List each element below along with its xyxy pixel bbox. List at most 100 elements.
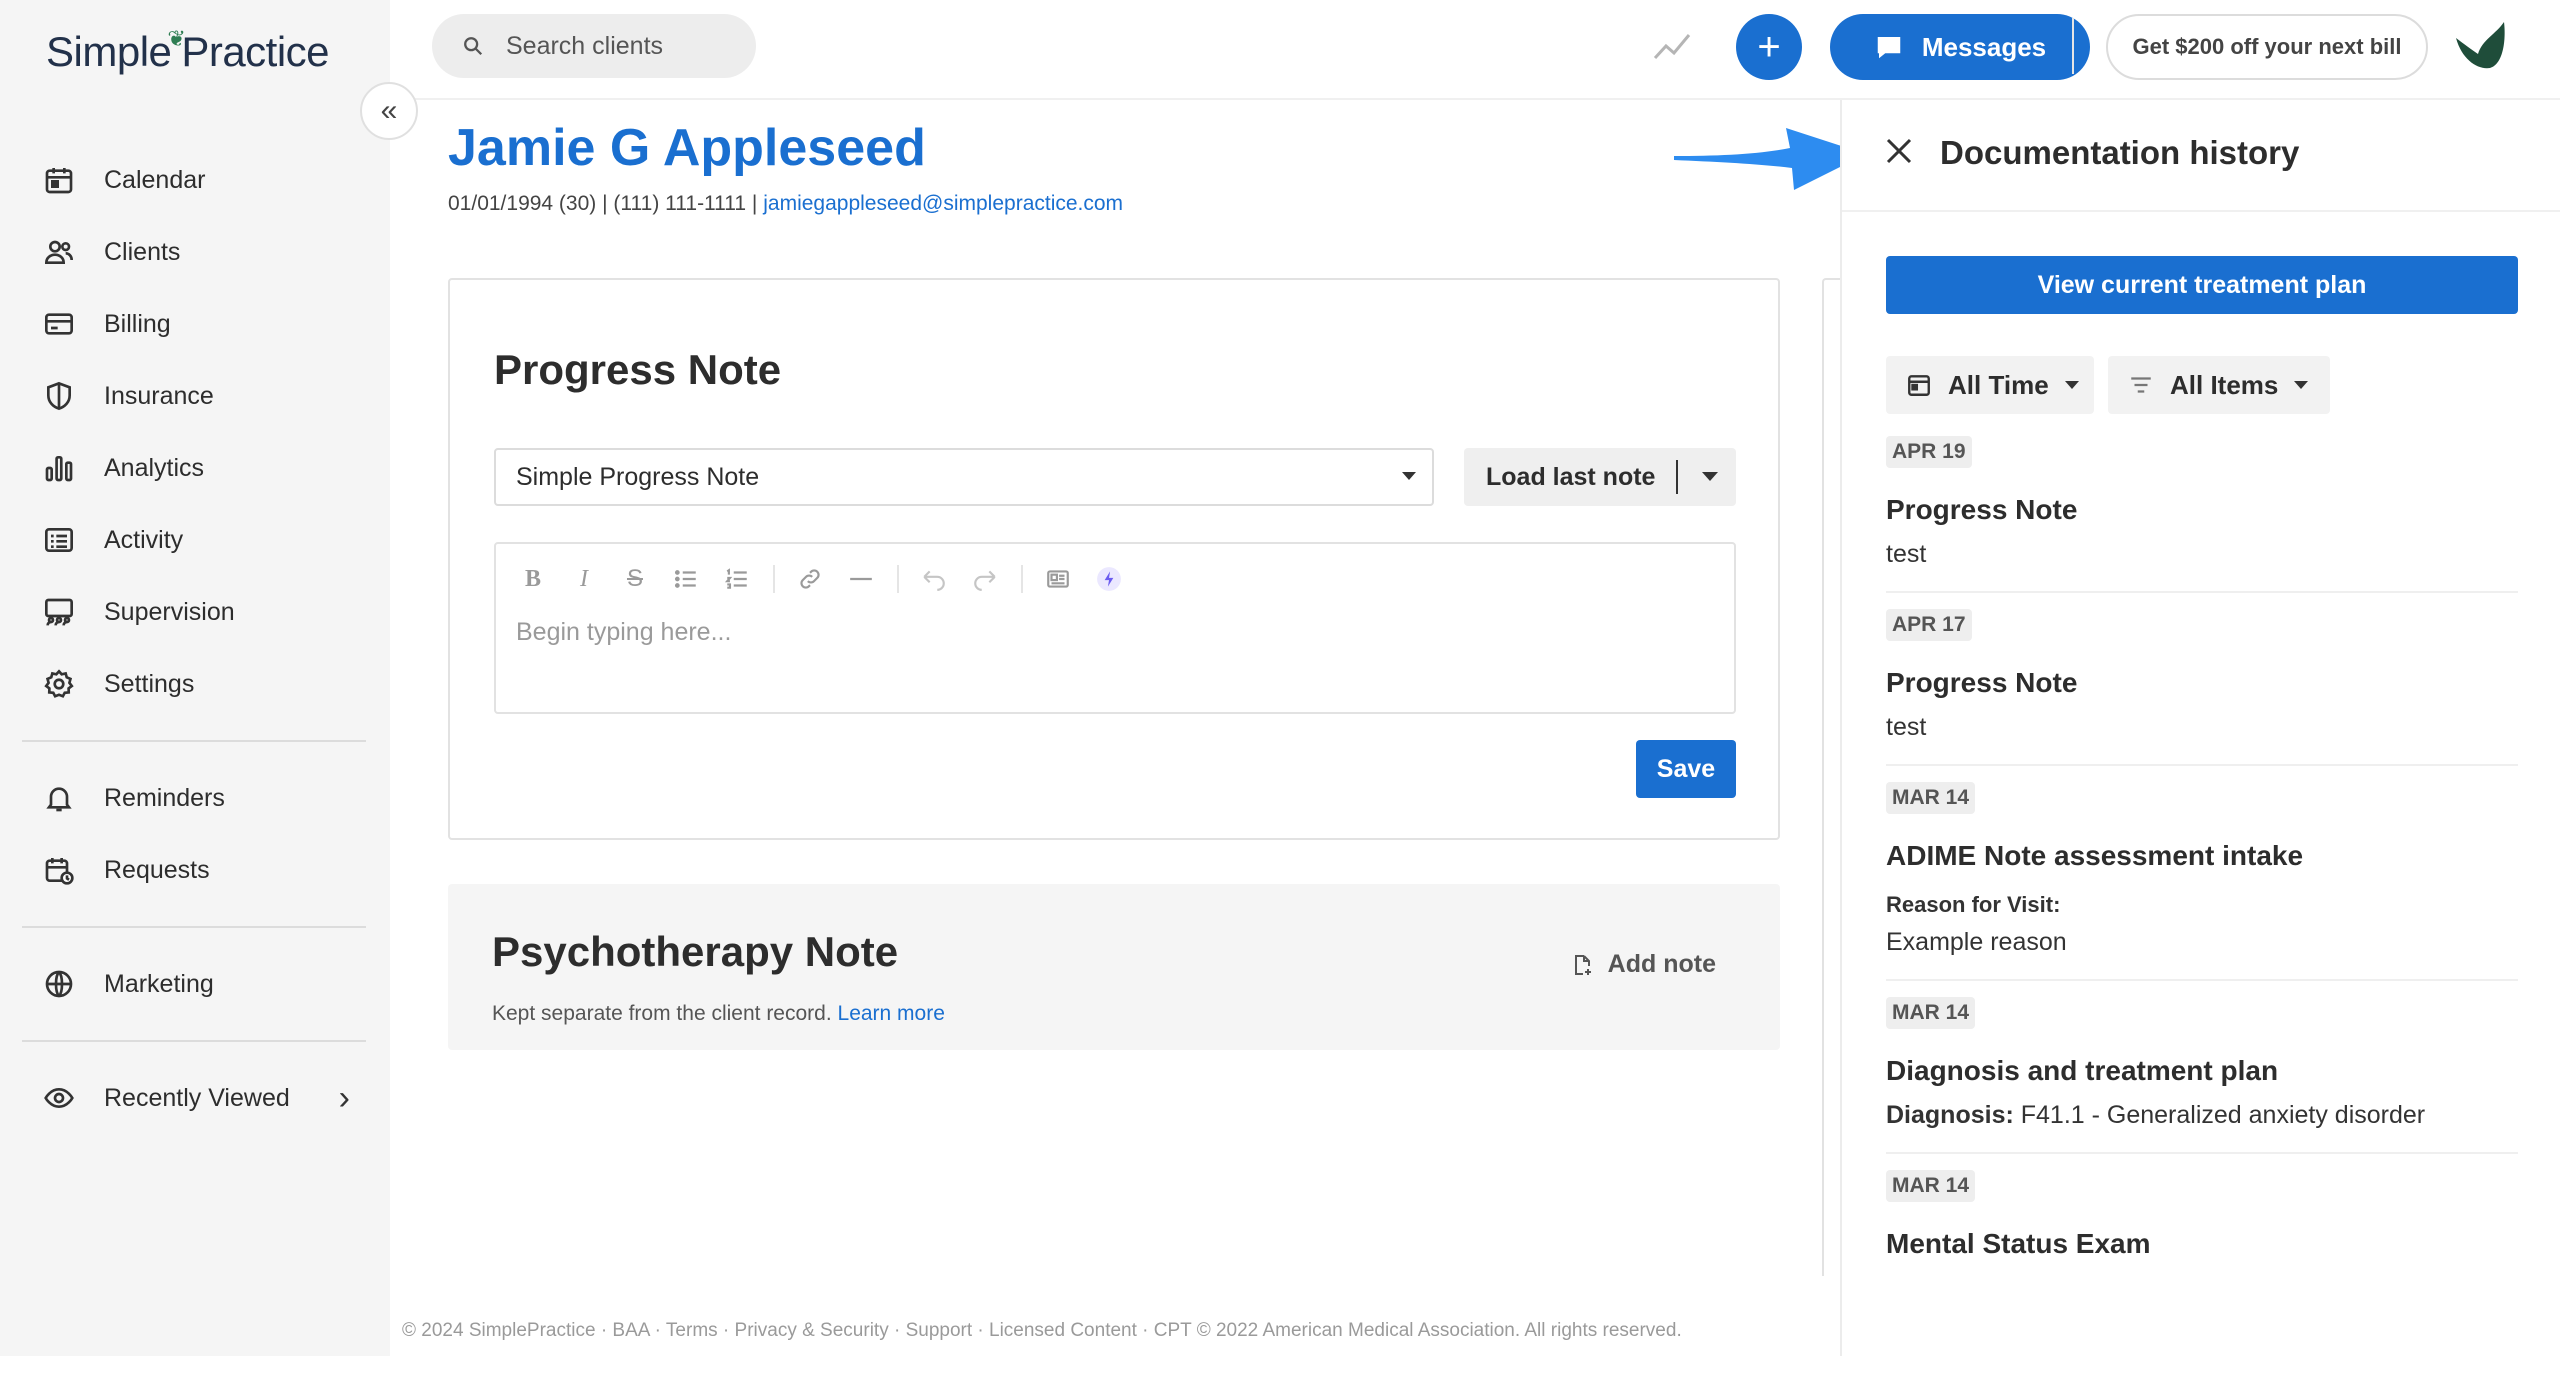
sidebar-item-reminders[interactable]: Reminders xyxy=(0,762,390,834)
note-template-select[interactable]: Simple Progress Note xyxy=(494,448,1434,506)
panel-header: Documentation history xyxy=(1842,100,2560,212)
sidebar-item-supervision[interactable]: Supervision xyxy=(0,576,390,648)
add-note-button[interactable]: Add note xyxy=(1570,950,1716,979)
bell-icon xyxy=(40,779,78,817)
note-template-value: Simple Progress Note xyxy=(516,462,760,491)
strikethrough-icon[interactable]: S xyxy=(618,562,652,596)
client-details: 01/01/1994 (30) | (111) 111-1111 | xyxy=(448,192,764,215)
bullet-list-icon[interactable] xyxy=(669,562,703,596)
history-item[interactable]: APR 19 Progress Note test xyxy=(1886,436,2518,593)
requests-icon xyxy=(40,851,78,889)
search-input[interactable]: Search clients xyxy=(432,14,756,78)
caret-down-icon xyxy=(1402,472,1416,480)
logo-text-left: Simple xyxy=(46,28,172,75)
supervision-icon xyxy=(40,593,78,631)
time-filter-label: All Time xyxy=(1948,369,2049,400)
numbered-list-icon[interactable] xyxy=(720,562,754,596)
sidebar-item-billing[interactable]: Billing xyxy=(0,288,390,360)
history-item[interactable]: MAR 14 Mental Status Exam xyxy=(1886,1170,2518,1282)
learn-more-link[interactable]: Learn more xyxy=(838,1002,945,1025)
client-name[interactable]: Jamie G Appleseed xyxy=(448,118,926,178)
history-item[interactable]: MAR 14 ADIME Note assessment intake Reas… xyxy=(1886,782,2518,981)
chevron-right-icon: › xyxy=(338,1078,350,1117)
calendar-icon xyxy=(1908,375,1930,396)
search-placeholder: Search clients xyxy=(506,31,664,60)
promo-button[interactable]: Get $200 off your next bill xyxy=(2106,14,2428,80)
logo[interactable]: Simple❦Practice xyxy=(46,26,330,76)
topbar-divider xyxy=(2072,18,2074,74)
sidebar-item-marketing[interactable]: Marketing xyxy=(0,948,390,1020)
globe-icon xyxy=(40,965,78,1003)
time-filter-dropdown[interactable]: All Time xyxy=(1886,356,2094,414)
sidebar-item-activity[interactable]: Activity xyxy=(0,504,390,576)
filter-icon xyxy=(2131,377,2151,393)
smart-field-icon[interactable] xyxy=(1041,562,1075,596)
ai-lightning-icon[interactable] xyxy=(1092,562,1126,596)
add-button[interactable]: + xyxy=(1736,14,1802,80)
sidebar-item-label: Marketing xyxy=(104,969,214,998)
sidebar-item-label: Settings xyxy=(104,669,195,698)
sidebar-item-clients[interactable]: Clients xyxy=(0,216,390,288)
sidebar-item-requests[interactable]: Requests xyxy=(0,834,390,906)
sidebar-item-calendar[interactable]: Calendar xyxy=(0,144,390,216)
sidebar-divider xyxy=(22,740,366,742)
collapse-sidebar-button[interactable]: « xyxy=(360,82,418,140)
client-email-link[interactable]: jamiegappleseed@simplepractice.com xyxy=(763,192,1123,215)
sidebar-item-recently-viewed[interactable]: Recently Viewed › xyxy=(0,1062,390,1134)
sidebar-item-label: Requests xyxy=(104,855,210,884)
redo-icon[interactable] xyxy=(968,562,1002,596)
caret-down-icon[interactable] xyxy=(1702,472,1718,481)
sidebar-item-analytics[interactable]: Analytics xyxy=(0,432,390,504)
side-card-edge xyxy=(1822,278,1842,1276)
caret-down-icon xyxy=(2294,381,2309,389)
horizontal-rule-icon[interactable] xyxy=(844,562,878,596)
sidebar-item-label: Billing xyxy=(104,309,171,338)
sidebar-item-label: Reminders xyxy=(104,783,225,812)
history-item-text: test xyxy=(1886,713,1927,741)
button-divider xyxy=(1676,460,1678,494)
sidebar-item-label: Recently Viewed xyxy=(104,1083,290,1112)
date-badge: MAR 14 xyxy=(1886,782,1976,814)
psychotherapy-note-title: Psychotherapy Note xyxy=(492,928,899,975)
add-document-icon xyxy=(1574,954,1591,975)
psychotherapy-note-card: Psychotherapy Note Kept separate from th… xyxy=(448,884,1780,1050)
load-last-note-label: Load last note xyxy=(1486,462,1656,491)
activity-icon xyxy=(40,521,78,559)
sidebar-divider xyxy=(22,1040,366,1042)
date-badge: MAR 14 xyxy=(1886,1170,1976,1202)
sidebar-item-settings[interactable]: Settings xyxy=(0,648,390,720)
account-leaf-icon[interactable] xyxy=(2452,20,2508,74)
bold-icon[interactable]: B xyxy=(516,562,550,596)
trend-icon[interactable] xyxy=(1652,28,1692,64)
link-icon[interactable] xyxy=(793,562,827,596)
sidebar-item-insurance[interactable]: Insurance xyxy=(0,360,390,432)
save-button[interactable]: Save xyxy=(1636,740,1736,798)
history-item[interactable]: MAR 14 Diagnosis and treatment plan Diag… xyxy=(1886,997,2518,1154)
progress-note-title: Progress Note xyxy=(494,346,782,393)
close-icon[interactable] xyxy=(1882,134,1916,168)
clients-icon xyxy=(40,233,78,271)
panel-title: Documentation history xyxy=(1940,134,2300,171)
progress-note-card: Progress Note Simple Progress Note Load … xyxy=(448,278,1780,840)
sidebar: Simple❦Practice Calendar Clients Billing… xyxy=(0,0,390,1356)
plus-icon: + xyxy=(1757,24,1781,69)
messages-button[interactable]: Messages xyxy=(1830,14,2090,80)
history-item[interactable]: APR 17 Progress Note test xyxy=(1886,609,2518,766)
note-editor[interactable]: B I S Begin typing here... xyxy=(494,542,1736,714)
history-item-text: test xyxy=(1886,540,1927,568)
sidebar-divider xyxy=(22,926,366,928)
toolbar-divider xyxy=(897,565,899,593)
italic-icon[interactable]: I xyxy=(567,562,601,596)
date-badge: MAR 14 xyxy=(1886,997,1976,1029)
load-last-note-button[interactable]: Load last note xyxy=(1464,448,1736,506)
undo-icon[interactable] xyxy=(917,562,951,596)
history-item-text: Example reason xyxy=(1886,928,2067,956)
messages-label: Messages xyxy=(1921,31,2047,62)
psychotherapy-note-subtitle: Kept separate from the client record. Le… xyxy=(492,1002,945,1026)
history-item-label: Diagnosis: xyxy=(1886,1101,2014,1129)
items-filter-label: All Items xyxy=(2170,369,2279,400)
sidebar-item-label: Analytics xyxy=(104,453,205,482)
view-treatment-plan-button[interactable]: View current treatment plan xyxy=(1886,256,2518,314)
date-badge: APR 17 xyxy=(1886,609,1972,641)
items-filter-dropdown[interactable]: All Items xyxy=(2108,356,2330,414)
